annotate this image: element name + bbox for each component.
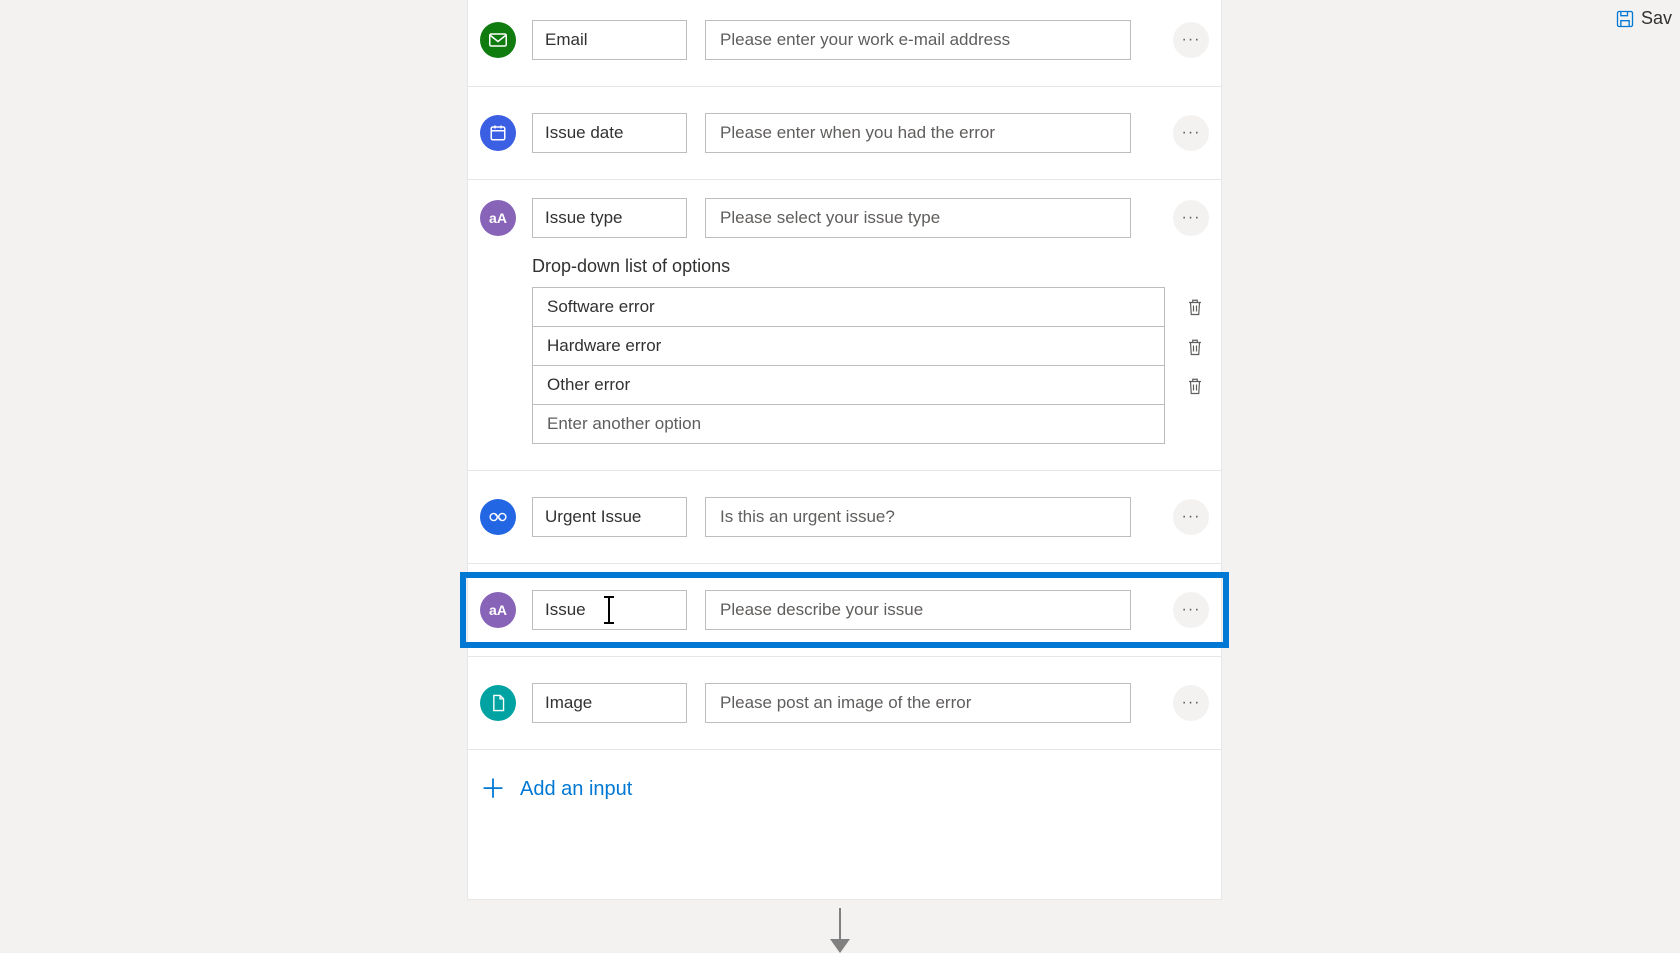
row-menu-button[interactable]: ···: [1173, 200, 1209, 236]
date-desc-input[interactable]: [705, 113, 1131, 153]
row-image: ···: [468, 657, 1221, 750]
text-icon: aA: [480, 592, 516, 628]
image-desc-input[interactable]: [705, 683, 1131, 723]
delete-option-button[interactable]: [1181, 333, 1209, 361]
dropdown-option[interactable]: Software error: [532, 287, 1165, 327]
row-menu-button[interactable]: ···: [1173, 685, 1209, 721]
add-input-label: Add an input: [520, 778, 632, 801]
date-name-input[interactable]: [532, 113, 687, 153]
delete-option-button[interactable]: [1181, 372, 1209, 400]
urgent-name-input[interactable]: [532, 497, 687, 537]
delete-option-button[interactable]: [1181, 293, 1209, 321]
email-name-input[interactable]: [532, 20, 687, 60]
text-cursor: [608, 598, 610, 622]
row-menu-button[interactable]: ···: [1173, 592, 1209, 628]
issue-desc-input[interactable]: [705, 590, 1131, 630]
dropdown-label: Drop-down list of options: [532, 256, 1209, 277]
dropdown-option[interactable]: Hardware error: [532, 326, 1165, 366]
dropdown-options-block: Drop-down list of options Software error…: [468, 256, 1221, 471]
urgent-desc-input[interactable]: [705, 497, 1131, 537]
plus-icon: ＋: [480, 776, 506, 802]
calendar-icon: [480, 115, 516, 151]
row-issue: aA ···: [468, 564, 1221, 657]
file-icon: [480, 685, 516, 721]
dropdown-option[interactable]: Other error: [532, 365, 1165, 405]
form-card: ··· ··· aA ··· Drop-down list of options…: [467, 0, 1222, 900]
connector-arrow: [839, 908, 841, 952]
type-name-input[interactable]: [532, 198, 687, 238]
save-label[interactable]: Sav: [1641, 8, 1672, 29]
dropdown-add-option[interactable]: Enter another option: [532, 404, 1165, 444]
row-date: ···: [468, 87, 1221, 180]
image-name-input[interactable]: [532, 683, 687, 723]
row-type: aA ···: [468, 180, 1221, 256]
row-menu-button[interactable]: ···: [1173, 499, 1209, 535]
row-email: ···: [468, 0, 1221, 87]
save-icon[interactable]: [1615, 9, 1635, 29]
add-input-button[interactable]: ＋ Add an input: [468, 750, 1221, 836]
row-menu-button[interactable]: ···: [1173, 115, 1209, 151]
toggle-icon: [480, 499, 516, 535]
email-desc-input[interactable]: [705, 20, 1131, 60]
toolbar: Sav: [1615, 8, 1672, 29]
mail-icon: [480, 22, 516, 58]
type-desc-input[interactable]: [705, 198, 1131, 238]
text-icon: aA: [480, 200, 516, 236]
row-urgent: ···: [468, 471, 1221, 564]
row-menu-button[interactable]: ···: [1173, 22, 1209, 58]
